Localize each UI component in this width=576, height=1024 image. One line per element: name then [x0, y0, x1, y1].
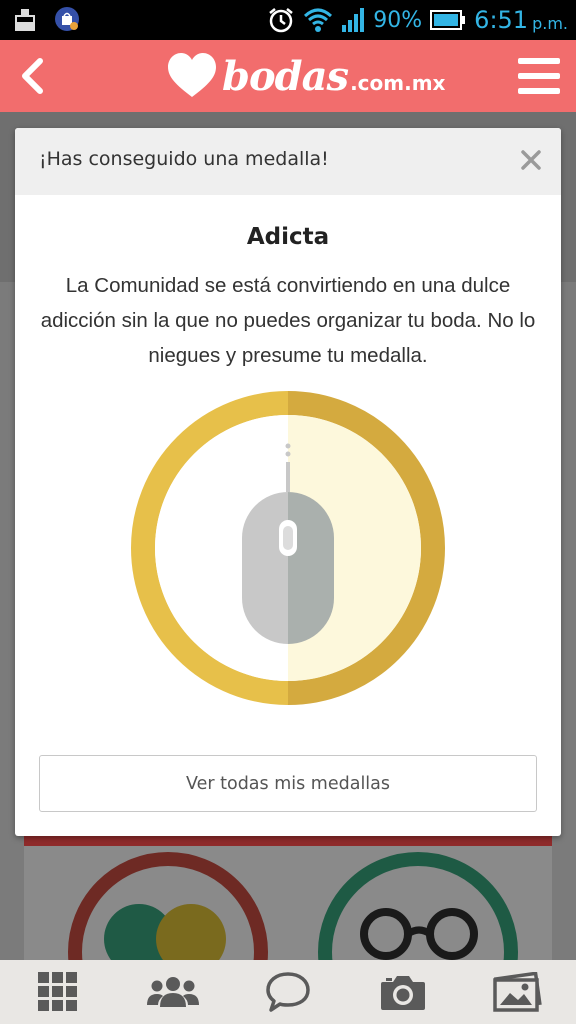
back-button[interactable] — [10, 50, 54, 102]
camera-icon — [381, 976, 426, 1010]
clock-ampm: p.m. — [532, 13, 568, 33]
bodas-logo[interactable]: bodas .com.mx — [166, 48, 445, 104]
battery-icon — [430, 10, 466, 30]
nav-grid[interactable] — [0, 960, 115, 1024]
clock-time: 6:51 — [474, 6, 529, 34]
logo-domain: .com.mx — [350, 71, 446, 95]
mouse-medal-icon — [131, 391, 445, 705]
shop-bag-icon — [55, 7, 79, 31]
cleaner-icon — [15, 9, 35, 31]
medal-description: La Comunidad se está convirtiendo en una… — [40, 274, 536, 367]
menu-bar — [518, 73, 560, 79]
glasses-icon — [360, 908, 478, 960]
medal-name: Adicta — [246, 224, 330, 250]
alarm-icon — [269, 8, 294, 33]
dialog-header: ¡Has conseguido una medalla! — [15, 128, 561, 195]
medal-dialog: ¡Has conseguido una medalla! Adicta La C… — [15, 128, 561, 836]
heart-logo-icon — [168, 53, 216, 97]
grid-icon — [37, 972, 77, 1011]
photos-icon — [493, 972, 543, 1012]
close-icon — [521, 150, 541, 170]
hamburger-menu-icon[interactable] — [518, 54, 560, 98]
community-icon — [146, 977, 199, 1007]
nav-community[interactable] — [115, 960, 230, 1024]
battery-percent: 90% — [373, 7, 423, 33]
chat-icon — [266, 972, 310, 1012]
dialog-title: ¡Has conseguido una medalla! — [39, 148, 329, 170]
app-header: bodas .com.mx — [0, 40, 576, 112]
logo-text: bodas — [222, 52, 349, 100]
wifi-icon — [304, 8, 333, 32]
menu-bar — [518, 58, 560, 64]
nav-chat[interactable] — [230, 960, 345, 1024]
signal-icon — [342, 8, 365, 32]
menu-bar — [518, 88, 560, 94]
close-button[interactable] — [515, 144, 547, 176]
status-bar: 90% 6:51 p.m. — [0, 0, 576, 40]
nav-photos[interactable] — [461, 960, 576, 1024]
view-all-medals-button[interactable]: Ver todas mis medallas — [39, 755, 537, 812]
bottom-navigation — [0, 960, 576, 1024]
nav-camera[interactable] — [346, 960, 461, 1024]
chevron-left-icon — [22, 58, 43, 94]
background-medals-list — [24, 834, 552, 964]
